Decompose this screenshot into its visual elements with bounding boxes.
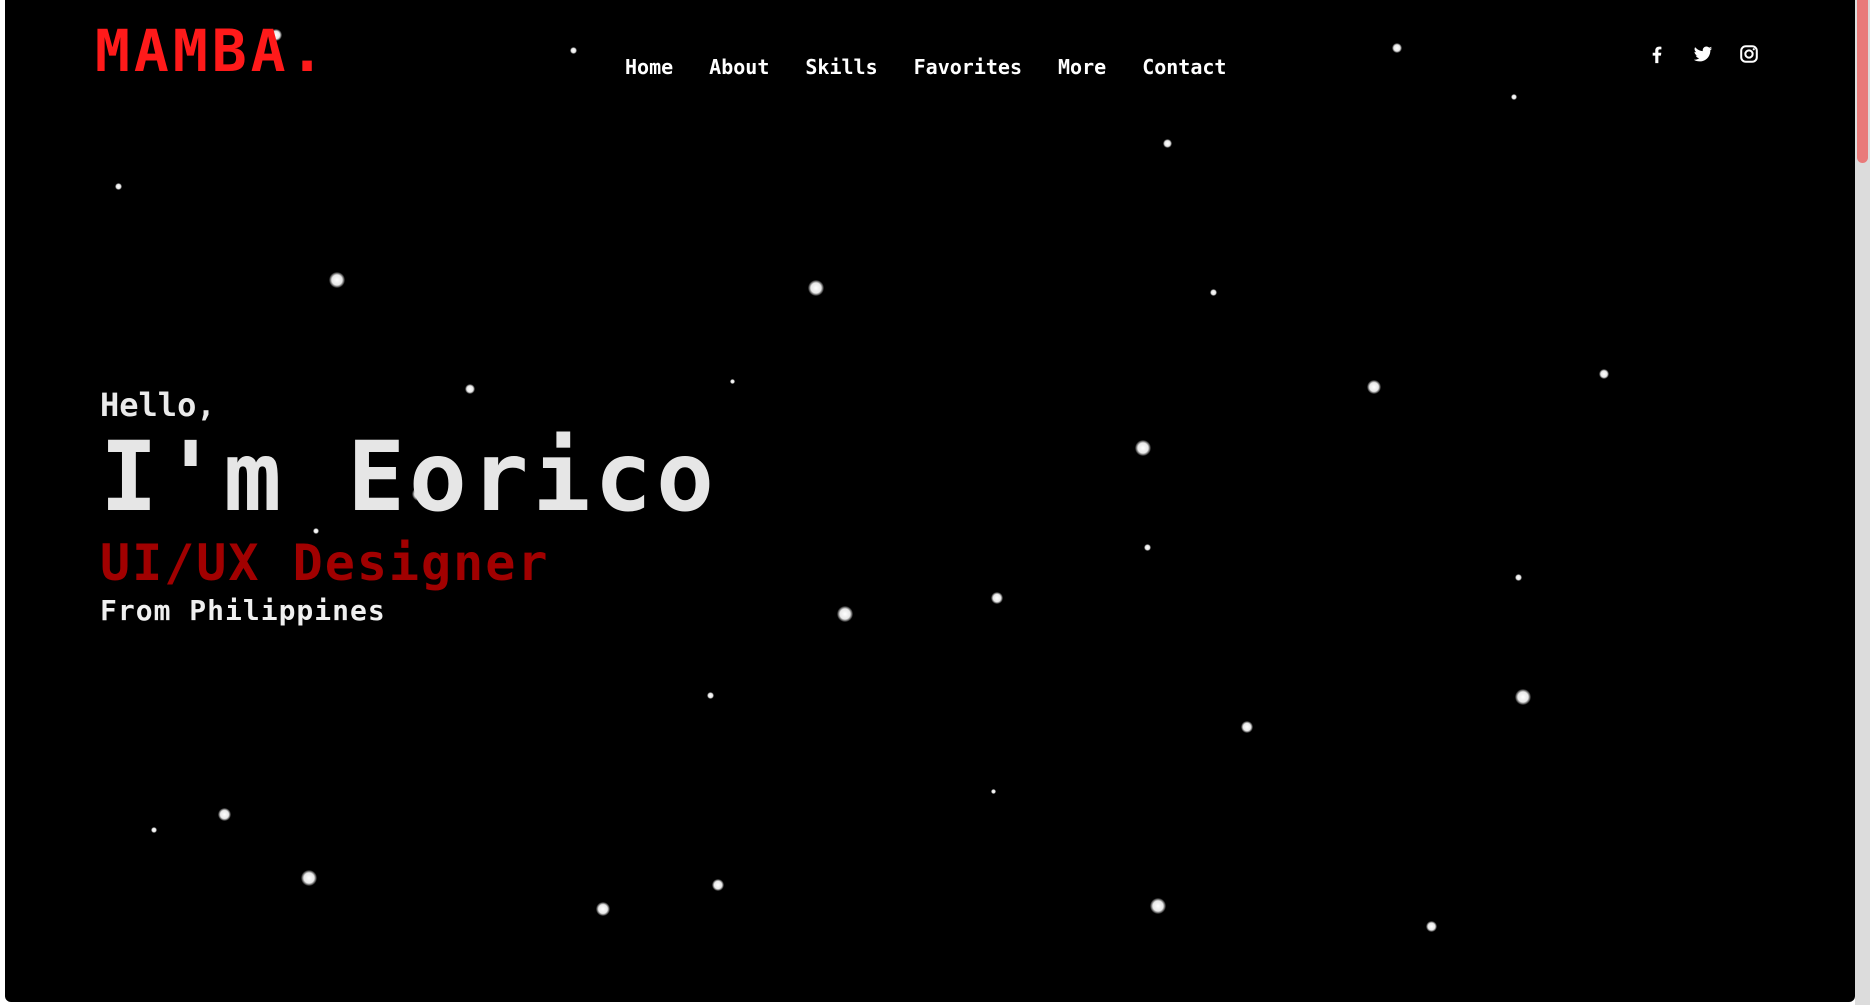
nav-link-favorites[interactable]: Favorites [914,55,1022,79]
star [808,280,824,296]
nav-item-more: More [1058,52,1106,82]
star [1210,289,1217,296]
nav-link-home[interactable]: Home [625,55,673,79]
nav-link-more[interactable]: More [1058,55,1106,79]
star [1241,721,1253,733]
nav-link-contact[interactable]: Contact [1142,55,1226,79]
star [301,870,317,886]
nav-item-home: Home [625,52,673,82]
star [1599,369,1609,379]
twitter-link[interactable] [1691,42,1715,66]
star [1150,898,1166,914]
star [712,879,724,891]
hero-section: MAMBA. Home About Skills Favorites More … [5,0,1855,1002]
instagram-icon [1740,45,1758,63]
star [329,272,345,288]
scrollbar-thumb[interactable] [1857,0,1868,163]
facebook-link[interactable] [1645,42,1669,66]
social-links [1645,42,1761,66]
brand-logo[interactable]: MAMBA. [95,20,329,82]
nav-item-contact: Contact [1142,52,1226,82]
hero-greeting: Hello, [100,386,216,424]
nav-link-about[interactable]: About [709,55,769,79]
star [1515,574,1522,581]
star [707,692,714,699]
nav-item-about: About [709,52,769,82]
star [991,592,1003,604]
star [837,606,853,622]
star [1392,43,1402,53]
nav-item-favorites: Favorites [914,52,1022,82]
star [991,789,996,794]
twitter-icon [1693,46,1713,62]
star [730,379,735,384]
star [1135,440,1151,456]
facebook-icon [1652,46,1662,64]
hero-origin: From Philippines [100,594,386,627]
star [1511,94,1517,100]
main-nav: Home About Skills Favorites More Contact [625,52,1226,82]
star [1367,380,1381,394]
star [218,808,231,821]
page-scrollbar[interactable] [1855,0,1870,1005]
star [1144,544,1151,551]
star [596,902,610,916]
star [115,183,122,190]
instagram-link[interactable] [1737,42,1761,66]
hero-text: Hello, I'm Eorico UI/UX Designer From Ph… [100,385,718,629]
star [1163,139,1172,148]
star [570,47,577,54]
hero-role: UI/UX Designer [100,534,550,592]
star [151,827,157,833]
star [1426,921,1437,932]
nav-link-skills[interactable]: Skills [805,55,877,79]
star [1515,689,1531,705]
nav-item-skills: Skills [805,52,877,82]
hero-name: I'm Eorico [100,421,718,533]
